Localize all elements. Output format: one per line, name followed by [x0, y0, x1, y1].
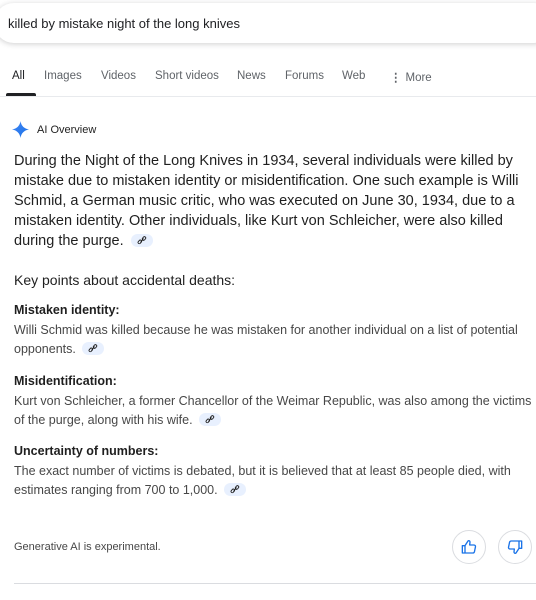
source-link-chip[interactable]	[82, 342, 105, 356]
key-point-text: Kurt von Schleicher, a former Chancellor…	[14, 392, 532, 430]
tab-more-label: More	[405, 72, 432, 84]
ai-overview-title: AI Overview	[37, 123, 97, 136]
vertical-dots-icon: ⋮	[390, 72, 402, 84]
tab-news[interactable]: News	[237, 70, 266, 82]
key-point-body: The exact number of victims is debated, …	[14, 464, 511, 497]
summary-text: During the Night of the Long Knives in 1…	[14, 153, 519, 249]
tab-more[interactable]: ⋮ More	[390, 70, 432, 84]
generative-ai-disclaimer: Generative AI is experimental.	[14, 541, 161, 553]
tab-all[interactable]: All	[12, 70, 25, 82]
tab-short-videos[interactable]: Short videos	[155, 70, 219, 82]
key-point: Uncertainty of numbers: The exact number…	[14, 443, 532, 500]
tab-web[interactable]: Web	[342, 70, 365, 82]
link-icon	[137, 235, 146, 244]
tab-images[interactable]: Images	[44, 70, 82, 82]
thumbs-down-icon	[507, 540, 523, 554]
source-link-chip[interactable]	[224, 483, 247, 497]
key-point-text: The exact number of victims is debated, …	[14, 462, 532, 500]
tab-videos[interactable]: Videos	[101, 70, 136, 82]
key-points-heading: Key points about accidental deaths:	[14, 272, 236, 288]
key-point-body: Kurt von Schleicher, a former Chancellor…	[14, 394, 532, 427]
key-point: Mistaken identity: Willi Schmid was kill…	[14, 302, 532, 359]
thumbs-down-button[interactable]	[498, 530, 532, 564]
link-icon	[205, 415, 215, 424]
key-point-title: Misidentification:	[14, 374, 117, 388]
tab-forums[interactable]: Forums	[285, 70, 324, 82]
search-box[interactable]	[0, 3, 536, 43]
source-link-chip[interactable]	[199, 413, 222, 427]
link-icon	[230, 485, 240, 494]
ai-overview-summary: During the Night of the Long Knives in 1…	[14, 151, 536, 251]
active-tab-indicator	[6, 93, 36, 96]
thumbs-up-button[interactable]	[452, 530, 486, 564]
divider	[14, 583, 536, 584]
gemini-sparkle-icon	[12, 121, 29, 138]
source-link-chip[interactable]	[130, 233, 153, 247]
key-point-title: Mistaken identity:	[14, 303, 120, 317]
ai-overview-header: AI Overview	[12, 121, 96, 138]
key-point-title: Uncertainty of numbers:	[14, 444, 159, 458]
search-tabs: All Images Videos Short videos News Foru…	[0, 62, 536, 97]
link-icon	[88, 344, 98, 353]
thumbs-up-icon	[461, 540, 477, 554]
key-point: Misidentification: Kurt von Schleicher, …	[14, 373, 532, 430]
key-point-text: Willi Schmid was killed because he was m…	[14, 321, 532, 359]
search-input[interactable]	[8, 15, 488, 31]
